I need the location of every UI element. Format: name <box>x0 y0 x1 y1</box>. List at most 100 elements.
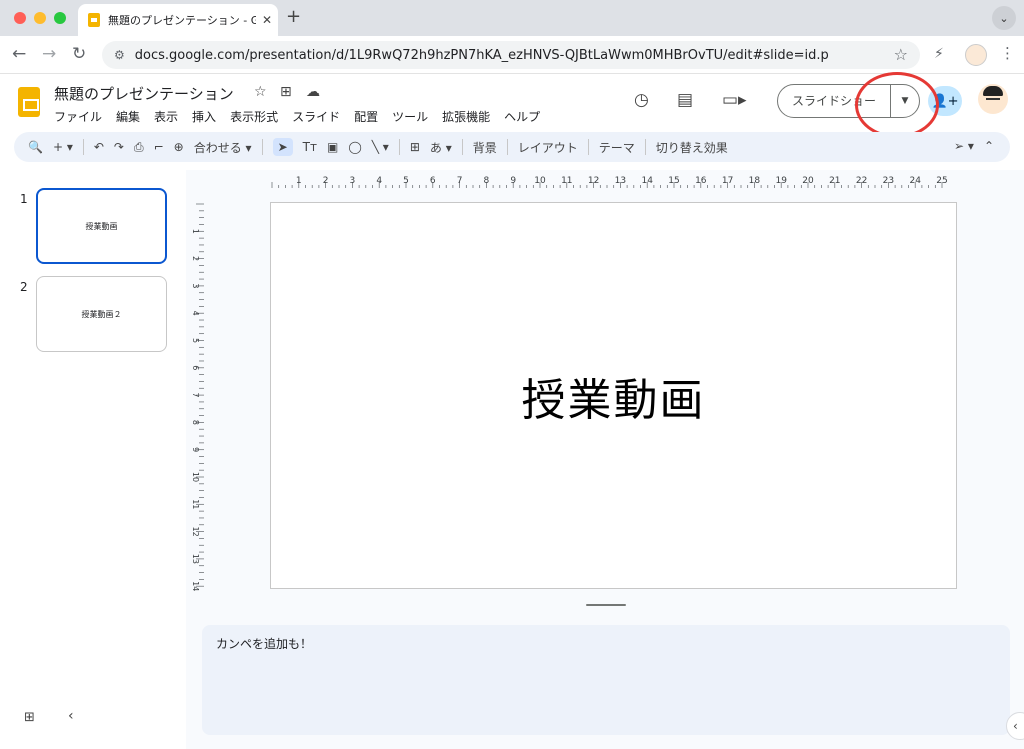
ruler-label: 6 <box>191 365 200 370</box>
tab-search-icon[interactable]: ⌄ <box>992 6 1016 30</box>
select-tool-icon[interactable]: ➤ <box>272 138 293 156</box>
slide-thumbnail-1[interactable]: 授業動画 <box>36 188 167 264</box>
ruler-label: 13 <box>191 554 200 564</box>
back-icon[interactable]: ← <box>12 44 26 64</box>
account-avatar[interactable] <box>978 84 1008 114</box>
slide-title-text[interactable]: 授業動画 <box>522 364 706 428</box>
slide-number: 2 <box>20 280 28 294</box>
comments-icon[interactable]: ▤ <box>677 90 693 110</box>
text-box-icon[interactable]: Tт <box>303 140 317 154</box>
cloud-status-icon[interactable]: ☁ <box>306 84 320 100</box>
speaker-notes-text[interactable]: カンペを追加も！ <box>216 637 312 651</box>
line-icon[interactable]: ╲ ▾ <box>372 140 389 154</box>
redo-icon[interactable]: ↷ <box>114 140 124 154</box>
input-tools-label: あ <box>429 140 442 155</box>
collapse-toolbar-icon[interactable]: ⌃ <box>984 139 994 153</box>
menu-slide[interactable]: スライド <box>292 108 340 125</box>
toolbar-divider <box>82 139 84 155</box>
ruler-label: 6 <box>430 176 436 186</box>
ruler-label: 10 <box>191 472 200 482</box>
theme-button[interactable]: テーマ <box>599 139 635 156</box>
menu-edit[interactable]: 編集 <box>116 108 140 125</box>
slide-filmstrip: 1 授業動画 2 授業動画２ ⊞ ‹ <box>0 170 185 749</box>
ruler-label: 9 <box>191 447 200 452</box>
ruler-label: 19 <box>775 176 787 186</box>
menu-view[interactable]: 表示 <box>154 108 178 125</box>
toolbar-right: ➢ ▾ ⌃ <box>954 139 994 153</box>
window-zoom-icon[interactable] <box>54 12 66 24</box>
layout-button[interactable]: レイアウト <box>518 139 578 156</box>
main-toolbar: 🔍 + ▾ ↶ ↷ ⎙ ⌐ ⊕ 合わせる ▾ ➤ Tт ▣ ◯ ╲ ▾ ⊞ あ … <box>14 132 1010 162</box>
url-text[interactable]: docs.google.com/presentation/d/1L9RwQ72h… <box>135 48 829 63</box>
toolbar-divider <box>261 139 263 155</box>
forward-icon[interactable]: → <box>42 44 56 64</box>
ruler-label: 2 <box>323 176 329 186</box>
paint-format-icon[interactable]: ⌐ <box>154 140 164 154</box>
ruler-label: 7 <box>191 393 200 398</box>
speaker-notes[interactable]: カンペを追加も！ <box>202 625 1010 735</box>
menu-arrange[interactable]: 配置 <box>354 108 378 125</box>
star-icon[interactable]: ☆ <box>254 84 267 100</box>
bookmark-star-icon[interactable]: ☆ <box>894 45 908 64</box>
menu-file[interactable]: ファイル <box>54 108 102 125</box>
ruler-label: 8 <box>191 420 200 425</box>
notes-resize-handle[interactable] <box>586 604 626 606</box>
kebab-menu-icon[interactable]: ⋮ <box>1000 44 1015 62</box>
shape-icon[interactable]: ◯ <box>348 140 361 154</box>
transition-button[interactable]: 切り替え効果 <box>656 139 728 156</box>
menu-help[interactable]: ヘルプ <box>504 108 540 125</box>
toolbar-divider <box>461 139 463 155</box>
new-slide-icon[interactable]: + ▾ <box>53 140 73 154</box>
window-minimize-icon[interactable] <box>34 12 46 24</box>
image-icon[interactable]: ▣ <box>327 140 338 154</box>
version-history-icon[interactable]: ◷ <box>634 90 649 110</box>
ruler-label: 13 <box>615 176 626 186</box>
move-folder-icon[interactable]: ⊞ <box>280 84 292 100</box>
print-icon[interactable]: ⎙ <box>134 140 144 155</box>
search-menus-icon[interactable]: 🔍 <box>28 140 43 154</box>
zoom-select[interactable]: 合わせる ▾ <box>194 139 252 156</box>
window-close-icon[interactable] <box>14 12 26 24</box>
collapse-filmstrip-icon[interactable]: ‹ <box>68 708 74 724</box>
input-tools-button[interactable]: あ ▾ <box>430 139 452 156</box>
ruler-label: 2 <box>191 256 200 261</box>
editing-mode-icon[interactable]: ➢ ▾ <box>954 139 974 153</box>
ruler-label: 23 <box>883 176 894 186</box>
highlight-annotation <box>855 72 939 138</box>
ruler-label: 21 <box>829 176 840 186</box>
horizontal-ruler[interactable]: 1 2 3 4 5 6 7 8 9 10 11 12 13 14 15 16 17 18 19 20 21 22 23 24 2… <box>268 172 958 188</box>
menu-extensions[interactable]: 拡張機能 <box>442 108 490 125</box>
menu-tools[interactable]: ツール <box>392 108 428 125</box>
thumbnail-text: 授業動画２ <box>81 309 122 319</box>
zoom-icon[interactable]: ⊕ <box>174 140 184 154</box>
omnibox[interactable]: ⚙ docs.google.com/presentation/d/1L9RwQ7… <box>102 41 920 69</box>
reload-icon[interactable]: ↻ <box>72 44 86 64</box>
ruler-label: 4 <box>376 176 382 186</box>
ruler-label: 15 <box>668 176 679 186</box>
slides-favicon-icon <box>88 13 100 27</box>
browser-tab[interactable]: 無題のプレゼンテーション - Goo ✕ <box>78 4 278 36</box>
new-tab-button[interactable]: + <box>286 6 301 27</box>
slide-thumbnail-2[interactable]: 授業動画２ <box>36 276 167 352</box>
add-comment-icon[interactable]: ⊞ <box>410 140 420 154</box>
ruler-label: 22 <box>856 176 867 186</box>
grid-view-icon[interactable]: ⊞ <box>24 710 35 725</box>
slide-canvas[interactable]: 授業動画 <box>270 202 957 589</box>
background-button[interactable]: 背景 <box>473 139 497 156</box>
ruler-label: 8 <box>484 176 490 186</box>
ruler-label: 9 <box>510 176 516 186</box>
undo-icon[interactable]: ↶ <box>94 140 104 154</box>
ruler-label: 5 <box>191 338 200 343</box>
menu-insert[interactable]: 挿入 <box>192 108 216 125</box>
document-title[interactable]: 無題のプレゼンテーション <box>54 83 234 104</box>
menu-format[interactable]: 表示形式 <box>230 108 278 125</box>
tab-close-icon[interactable]: ✕ <box>262 13 272 27</box>
profile-icon[interactable] <box>965 44 987 66</box>
extension-icon[interactable]: ⚡ <box>934 46 944 62</box>
meet-camera-icon[interactable]: ▭▸ <box>722 90 747 110</box>
slides-logo-icon[interactable] <box>18 87 40 117</box>
ruler-label: 12 <box>191 527 200 537</box>
zoom-label: 合わせる <box>193 140 242 155</box>
site-settings-icon[interactable]: ⚙ <box>114 48 125 62</box>
vertical-ruler[interactable]: 1234567891011121314 <box>186 200 204 595</box>
